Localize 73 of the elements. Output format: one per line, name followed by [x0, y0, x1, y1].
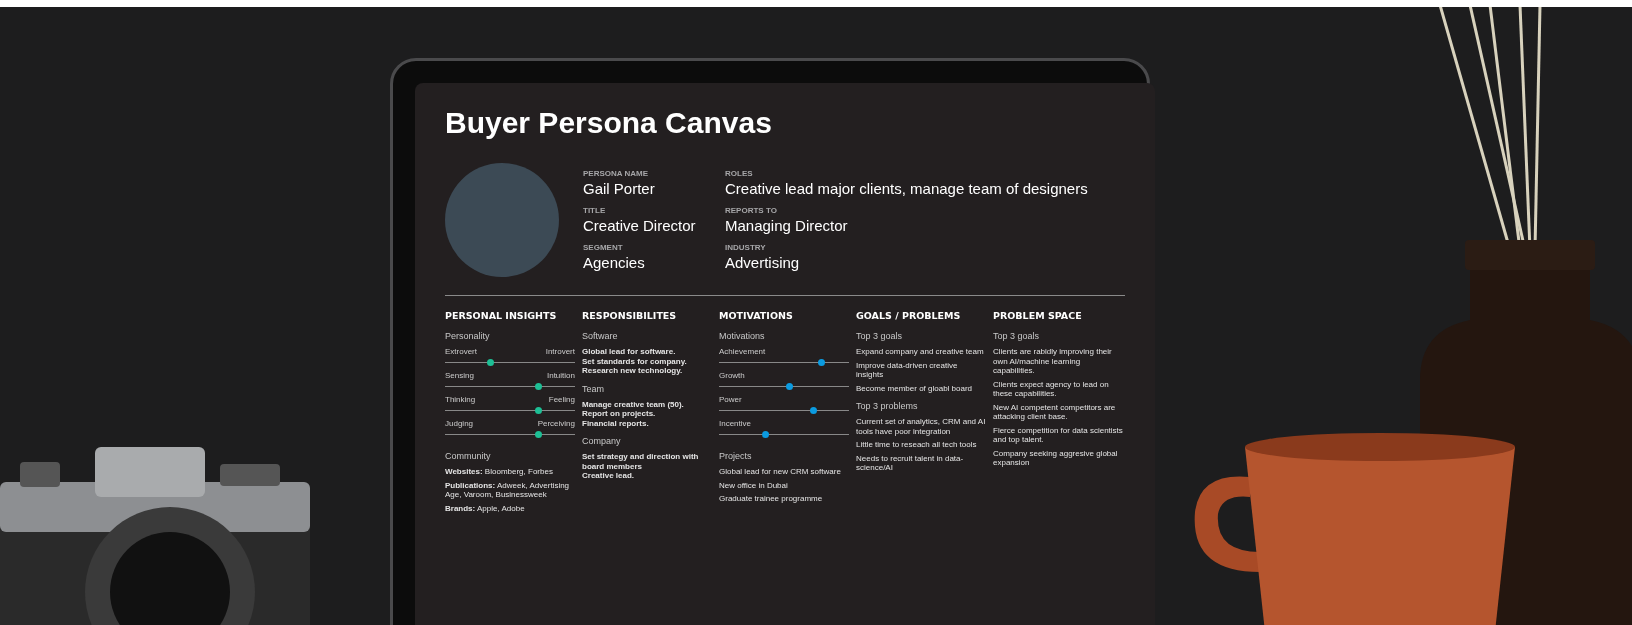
- slider-thumb[interactable]: [535, 431, 543, 438]
- list-item: Fierce competition for data scientists and top talent.: [993, 425, 1123, 445]
- section-heading: MOTIVATIONS: [719, 310, 794, 321]
- list-item: Global lead for new CRM software: [719, 467, 842, 477]
- page-title: Buyer Persona Canvas: [445, 105, 773, 141]
- slider-thumb[interactable]: [487, 359, 494, 366]
- subheading: Community: [445, 451, 492, 461]
- text-line: Research new technology.: [582, 366, 684, 376]
- slider-label: Incentive: [719, 419, 752, 428]
- slider-label: Power: [719, 395, 742, 404]
- text-line: Report on projects.: [582, 409, 657, 419]
- list-item: Websites: Bloomberg, Forbes: [445, 467, 554, 477]
- list-item: New AI competent competitors are attacking client base.: [993, 402, 1117, 422]
- text-line: Set strategy and direction with board members: [582, 452, 700, 471]
- slider-label: Feeling: [548, 395, 575, 404]
- slider-thumb[interactable]: [785, 383, 793, 390]
- slider-label: Intuition: [546, 371, 575, 380]
- list-item: Clients are rabidly improving their own AI/machine learning capabilities.: [993, 347, 1113, 376]
- slider-label: Thinking: [445, 395, 476, 404]
- slider-label: Extrovert: [445, 347, 477, 356]
- text-line: Manage creative team (50).: [582, 399, 685, 409]
- section-heading: RESPONSIBILITES: [582, 310, 678, 321]
- field-value: Advertising: [725, 254, 801, 271]
- slider-label: Growth: [719, 371, 745, 380]
- list-item: Brands: Apple, Adobe: [445, 503, 526, 513]
- subheading: Top 3 problems: [856, 401, 919, 411]
- list-item: Needs to recruit talent in data-science/AI: [856, 453, 965, 473]
- slider-thumb[interactable]: [535, 407, 543, 414]
- field-label: REPORTS TO: [725, 206, 778, 215]
- list-item: Graduate trainee programme: [719, 494, 824, 504]
- subheading: Software: [582, 331, 619, 341]
- subheading: Projects: [719, 451, 753, 461]
- slider-label: Introvert: [545, 347, 575, 356]
- list-item: Company seeking aggresive global expansion: [993, 448, 1119, 468]
- list-item: Publications: Adweek, Advertising Age, Varoom, Businessweek: [445, 480, 571, 500]
- field-value: Creative Director: [583, 217, 697, 234]
- section-heading: GOALS / PROBLEMS: [856, 310, 962, 321]
- field-label: TITLE: [583, 206, 607, 215]
- text-line: Creative lead.: [582, 471, 636, 481]
- list-item: Clients expect agency to lead on these capabilities.: [993, 379, 1110, 399]
- subheading: Company: [582, 436, 622, 446]
- field-label: INDUSTRY: [725, 243, 767, 252]
- field-label: SEGMENT: [583, 243, 624, 252]
- text-line: Set standards for company.: [582, 356, 688, 366]
- slider-label: Achievement: [719, 347, 766, 356]
- text-line: Global lead for software.: [582, 347, 677, 357]
- subheading: Personality: [445, 331, 491, 341]
- field-value: Agencies: [583, 254, 646, 271]
- slider-thumb[interactable]: [762, 431, 770, 438]
- slider-thumb[interactable]: [535, 383, 543, 390]
- section-heading: PERSONAL INSIGHTS: [445, 310, 558, 321]
- field-value: Creative lead major clients, manage team of designers: [725, 180, 1088, 197]
- field-value: Gail Porter: [583, 180, 656, 197]
- field-value: Managing Director: [725, 217, 849, 234]
- list-item: New office in Dubai: [719, 480, 789, 490]
- list-item: Become member of gloabl board: [856, 383, 974, 393]
- slider-label: Sensing: [445, 371, 474, 380]
- subheading: Top 3 goals: [993, 331, 1041, 341]
- field-label: ROLES: [725, 169, 754, 178]
- list-item: Little time to reseach all tech tools: [856, 440, 978, 450]
- subheading: Top 3 goals: [856, 331, 904, 341]
- field-label: PERSONA NAME: [583, 169, 650, 178]
- list-item: Current set of analytics, CRM and AI tools have poor integration: [856, 417, 986, 436]
- subheading: Motivations: [719, 331, 766, 341]
- text-line: Financial reports.: [582, 418, 650, 428]
- slider-thumb[interactable]: [810, 407, 818, 414]
- slider-thumb[interactable]: [818, 359, 826, 366]
- subheading: Team: [582, 383, 605, 394]
- slider-label: Perceiving: [537, 419, 575, 428]
- list-item: Expand company and creative team: [856, 347, 985, 357]
- slider-label: Judging: [445, 419, 474, 428]
- list-item: Improve data-driven creative insights: [856, 360, 959, 380]
- section-heading: PROBLEM SPACE: [993, 310, 1083, 321]
